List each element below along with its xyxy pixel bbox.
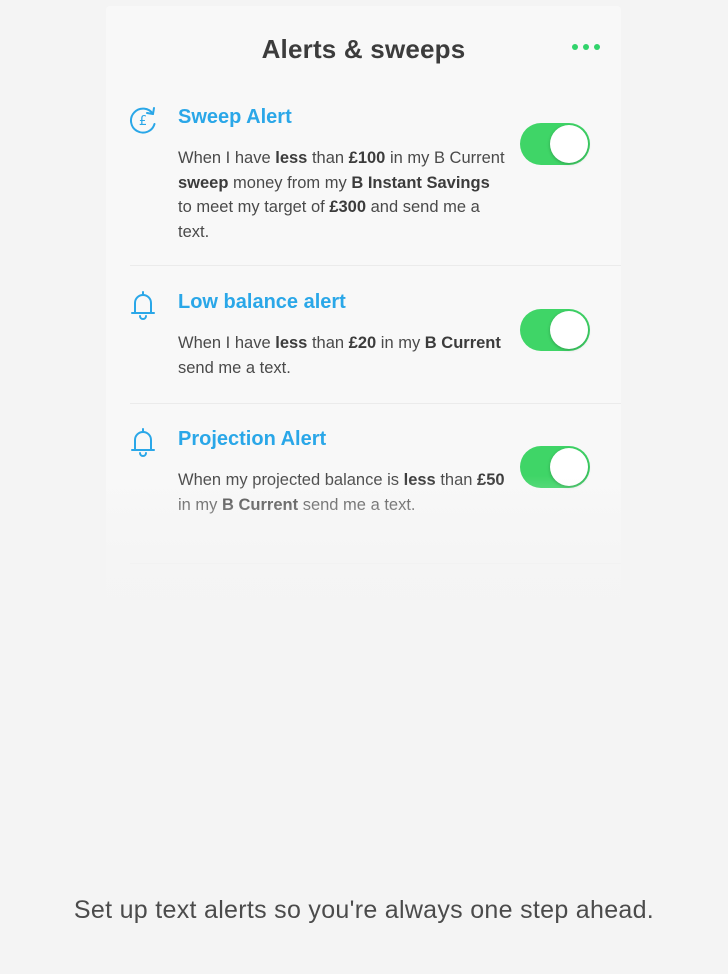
alerts-card: Alerts & sweeps £ Sweep Alert When I hav… (106, 6, 621, 646)
alert-title: Low balance alert (178, 291, 346, 313)
onboarding-caption: Set up text alerts so you're always one … (73, 896, 655, 924)
pound-sync-icon: £ (129, 107, 156, 134)
alert-title: Projection Alert (178, 428, 327, 450)
bell-icon (131, 428, 155, 457)
low-balance-toggle[interactable] (520, 309, 590, 351)
projection-alert-toggle[interactable] (520, 446, 590, 488)
more-dots-icon[interactable] (572, 44, 600, 50)
divider (130, 403, 621, 404)
alert-title: Sweep Alert (178, 106, 292, 128)
alert-description: When my projected balance is less than £… (178, 471, 505, 514)
alert-description: When I have less than £100 in my B Curre… (178, 149, 505, 241)
divider (130, 563, 621, 564)
svg-text:£: £ (139, 114, 147, 129)
page-title: Alerts & sweeps (261, 34, 466, 64)
alert-description: When I have less than £20 in my B Curren… (178, 334, 501, 377)
sweep-alert-toggle[interactable] (520, 123, 590, 165)
bell-icon (131, 291, 155, 320)
divider (130, 265, 621, 266)
